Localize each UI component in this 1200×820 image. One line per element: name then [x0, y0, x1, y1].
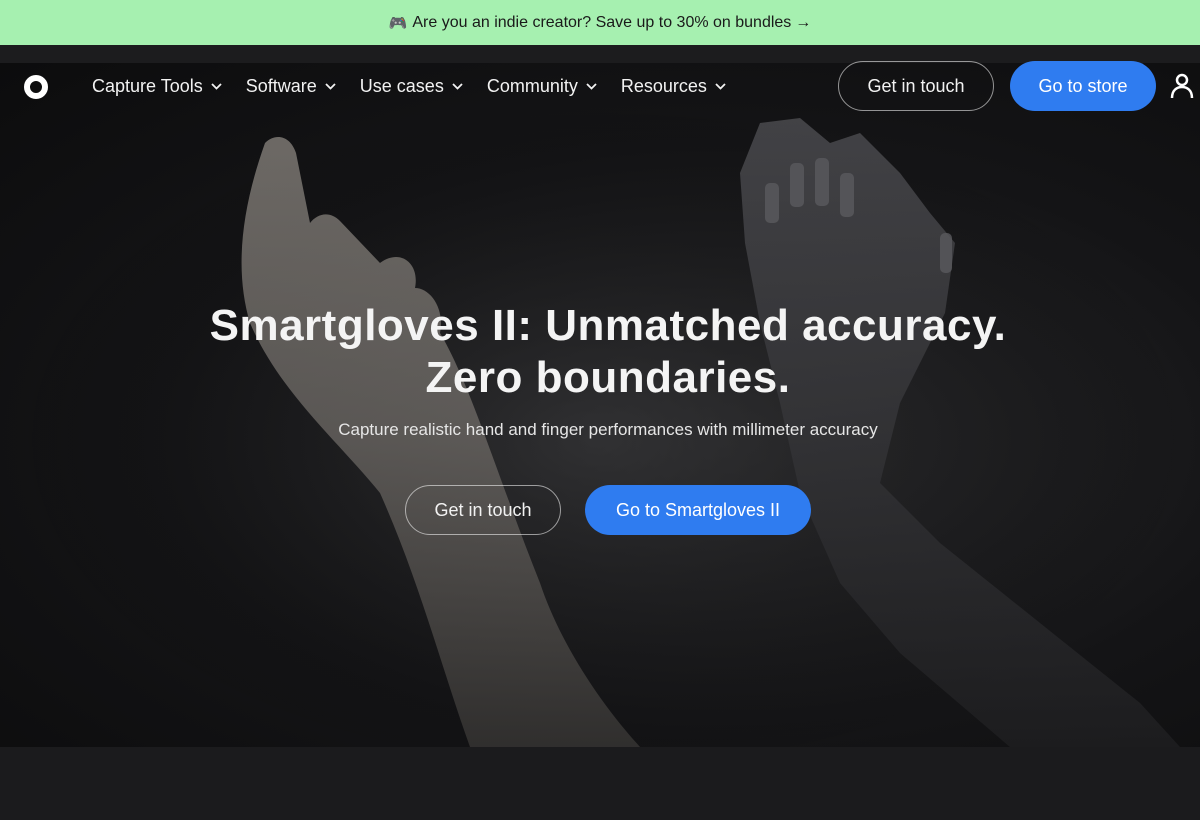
- nav-item-label: Use cases: [359, 75, 444, 96]
- hero-title: Smartgloves II: Unmatched accuracy. Zero…: [209, 301, 1007, 402]
- hero-subtitle: Capture realistic hand and finger perfor…: [338, 420, 878, 439]
- arrow-right-icon: →: [795, 13, 812, 31]
- nav-item-community[interactable]: Community: [487, 76, 597, 97]
- nav-item-capture-tools[interactable]: Capture Tools: [92, 76, 222, 97]
- go-to-smartgloves-button[interactable]: Go to Smartgloves II: [585, 485, 811, 535]
- go-to-store-button[interactable]: Go to store: [1010, 61, 1156, 111]
- chevron-down-icon: [211, 82, 222, 90]
- page-bottom: [0, 747, 1200, 820]
- user-icon[interactable]: [1170, 73, 1194, 99]
- nav-item-label: Capture Tools: [92, 75, 203, 96]
- nav-item-software[interactable]: Software: [246, 76, 336, 97]
- nav-links: Capture Tools Software Use cases Communi…: [92, 63, 750, 109]
- chevron-down-icon: [586, 82, 597, 90]
- hero-hands-image: [0, 63, 1200, 747]
- banner-gap: [0, 45, 1200, 63]
- chevron-down-icon: [325, 82, 336, 90]
- nav-get-in-touch-button[interactable]: Get in touch: [838, 61, 994, 111]
- chevron-down-icon: [452, 82, 463, 90]
- nav-item-label: Community: [486, 75, 578, 96]
- hero-get-in-touch-button[interactable]: Get in touch: [405, 485, 561, 535]
- chevron-down-icon: [715, 82, 726, 90]
- promo-text: Are you an indie creator? Save up to 30%…: [412, 13, 792, 31]
- nav-item-label: Software: [245, 75, 317, 96]
- nav-item-resources[interactable]: Resources: [621, 76, 726, 97]
- gamepad-icon: 🎮: [388, 14, 408, 32]
- promo-banner[interactable]: 🎮 Are you an indie creator? Save up to 3…: [0, 0, 1200, 45]
- ring-logo-icon[interactable]: [24, 75, 48, 99]
- hero-section: [0, 63, 1200, 747]
- nav-item-use-cases[interactable]: Use cases: [360, 76, 463, 97]
- nav-item-label: Resources: [620, 75, 707, 96]
